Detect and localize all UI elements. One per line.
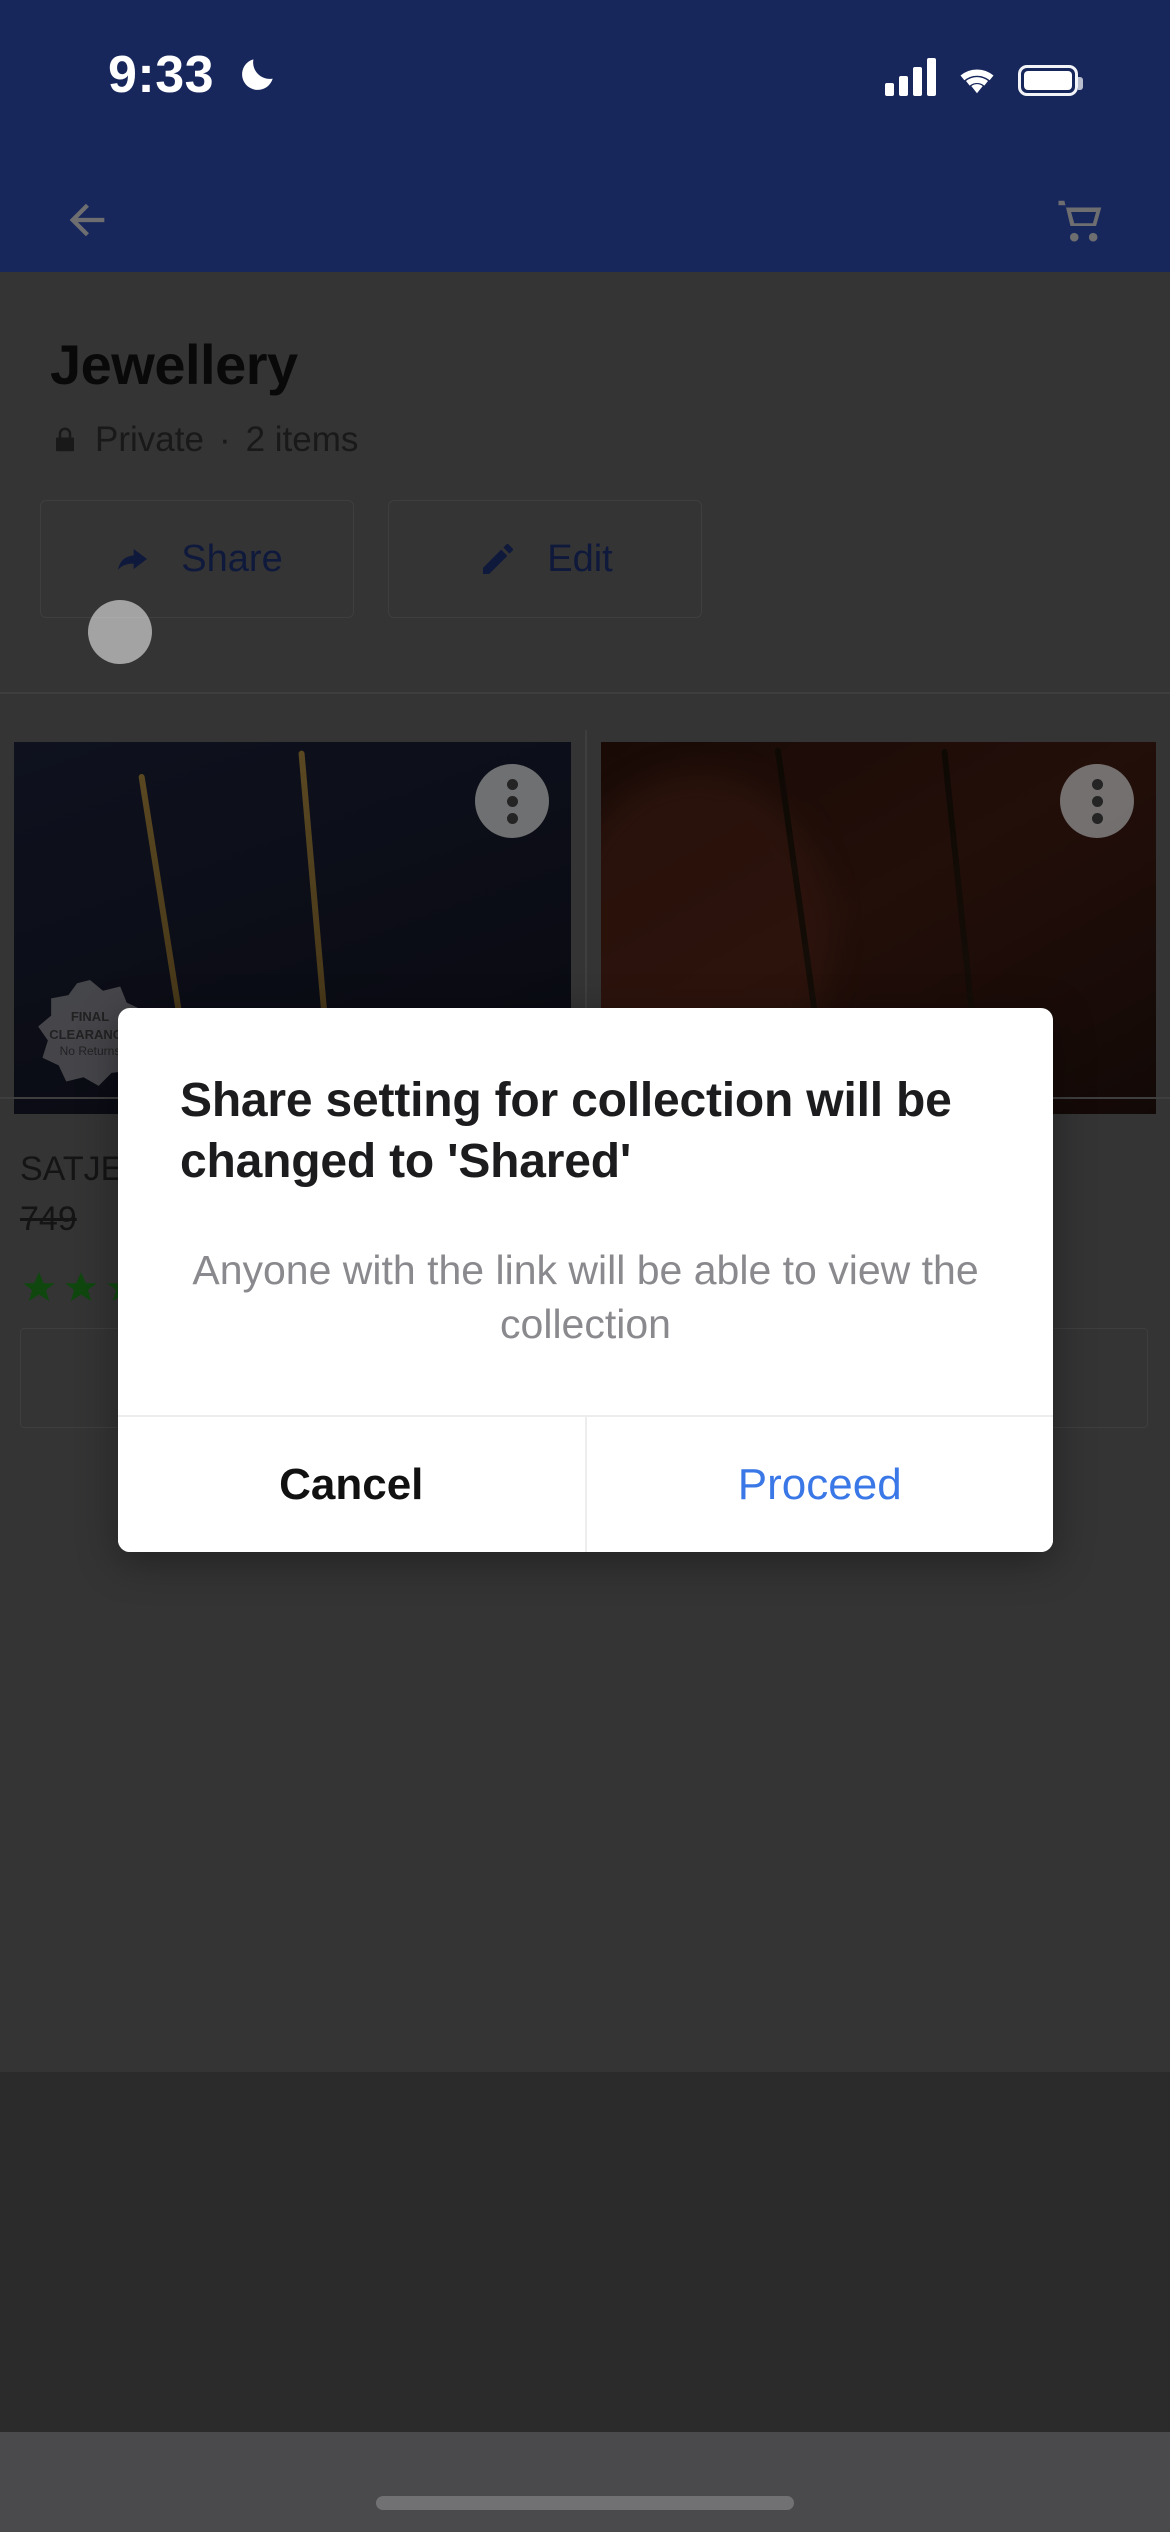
status-time: 9:33 bbox=[108, 46, 215, 104]
share-arrow-icon bbox=[118, 549, 148, 570]
share-confirmation-dialog: Share setting for collection will be cha… bbox=[118, 1008, 1053, 1553]
dialog-title: Share setting for collection will be cha… bbox=[180, 1074, 952, 1189]
star-filled-icon bbox=[23, 1272, 55, 1302]
battery-full-icon bbox=[1018, 65, 1083, 96]
proceed-button-label: Proceed bbox=[737, 1459, 902, 1509]
pencil-icon bbox=[483, 544, 514, 574]
clearance-line-3: No Returns bbox=[59, 1044, 121, 1059]
touch-indicator bbox=[88, 600, 152, 664]
meta-separator: · bbox=[218, 420, 231, 459]
proceed-button[interactable]: Proceed bbox=[584, 1417, 1053, 1553]
share-button[interactable]: Share bbox=[40, 500, 354, 618]
status-indicators bbox=[885, 46, 1083, 96]
home-indicator[interactable] bbox=[376, 2496, 794, 2510]
phone-screen: Jewellery Private · 2 items Share Edit F… bbox=[0, 0, 1170, 2532]
app-bar bbox=[0, 168, 1170, 272]
status-bar: 9:33 bbox=[0, 0, 1170, 168]
content-divider bbox=[0, 692, 1170, 694]
product-image-menu-button[interactable] bbox=[1060, 764, 1134, 838]
collection-action-row: Share Edit bbox=[40, 500, 702, 618]
share-button-label: Share bbox=[181, 537, 283, 580]
cancel-button[interactable]: Cancel bbox=[118, 1417, 585, 1553]
dialog-message: Anyone with the link will be able to vie… bbox=[192, 1246, 979, 1347]
product-price-struck: 749 bbox=[20, 1200, 77, 1238]
edit-button-label: Edit bbox=[547, 537, 613, 580]
back-arrow-icon[interactable] bbox=[58, 194, 116, 246]
edit-button[interactable]: Edit bbox=[388, 500, 702, 618]
collection-privacy-meta: Private · 2 items bbox=[50, 420, 358, 460]
item-count-label: 2 items bbox=[245, 420, 359, 459]
product-image-menu-button[interactable] bbox=[475, 764, 549, 838]
page-title: Jewellery bbox=[50, 333, 298, 396]
star-filled-icon bbox=[65, 1272, 97, 1302]
lock-icon bbox=[56, 427, 74, 452]
shopping-cart-icon[interactable] bbox=[1050, 194, 1112, 248]
cellular-signal-icon bbox=[885, 58, 936, 96]
dialog-body: Share setting for collection will be cha… bbox=[118, 1008, 1053, 1415]
bottom-area bbox=[0, 2432, 1170, 2532]
cancel-button-label: Cancel bbox=[279, 1459, 424, 1509]
privacy-label: Private bbox=[95, 420, 204, 459]
clearance-line-1: FINAL bbox=[70, 1009, 110, 1025]
wifi-icon bbox=[960, 69, 994, 94]
moon-icon bbox=[242, 59, 273, 90]
dialog-actions: Cancel Proceed bbox=[118, 1415, 1053, 1553]
